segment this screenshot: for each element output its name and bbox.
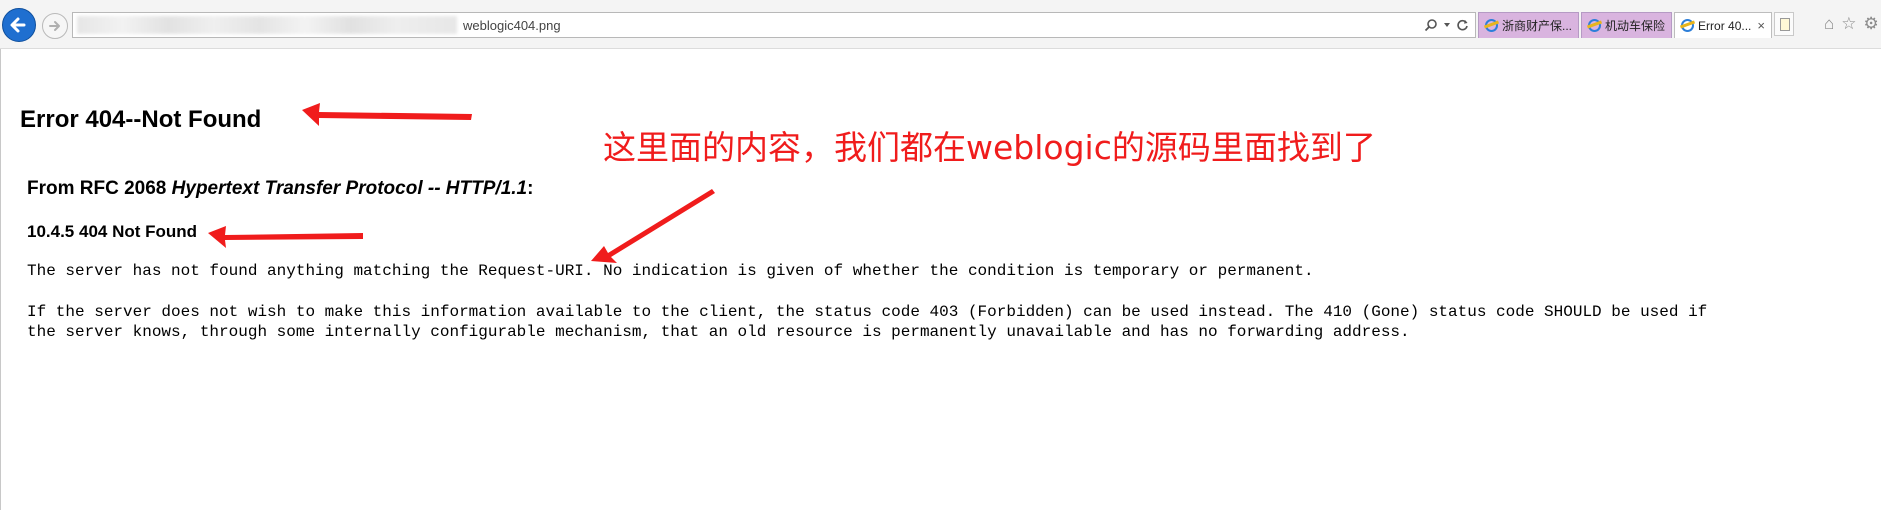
arrow-to-title (302, 103, 472, 126)
annotation-arrows (208, 103, 715, 263)
arrow-to-section-heading (208, 226, 363, 248)
arrow-to-request-uri (591, 189, 715, 263)
